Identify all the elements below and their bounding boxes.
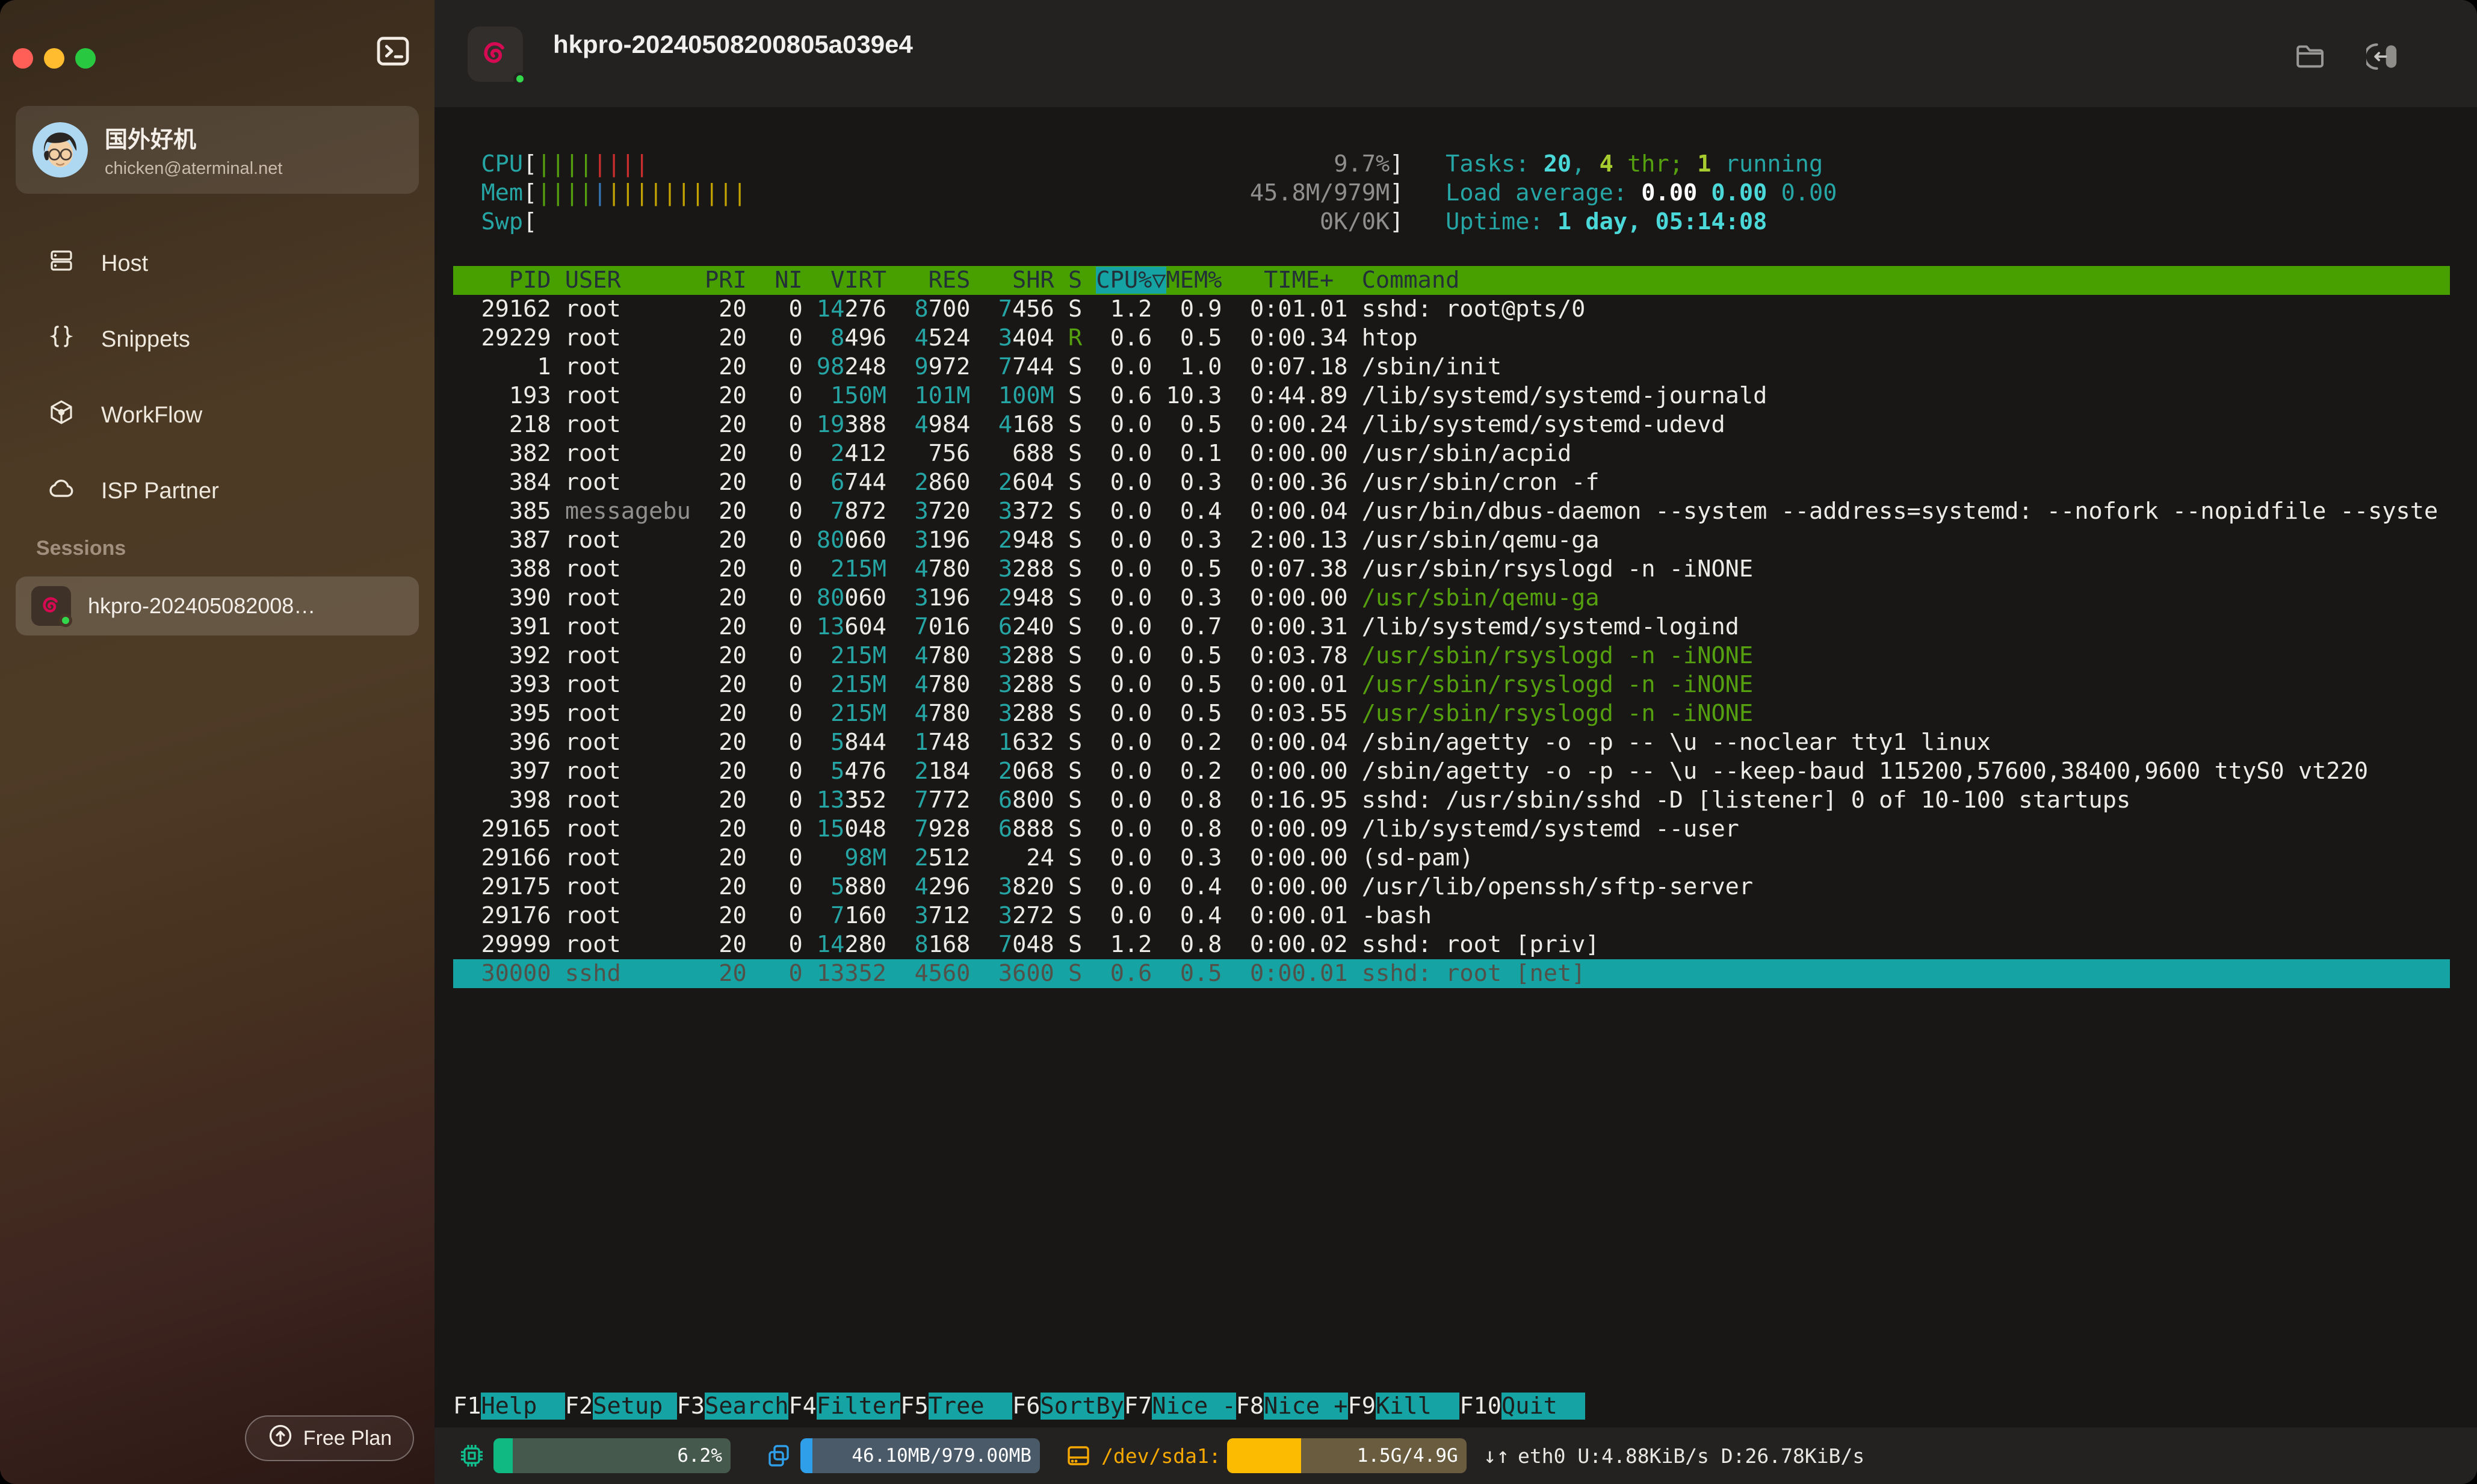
sidebar-item-label: Snippets: [101, 327, 190, 353]
process-row[interactable]: 1 root 20 0 98248 9972 7744 S 0.0 1.0 0:…: [453, 353, 1501, 382]
process-row[interactable]: 393 root 20 0 215M 4780 3288 S 0.0 0.5 0…: [453, 670, 1753, 699]
plan-button-label: Free Plan: [303, 1427, 392, 1450]
sidebar-item-label: Host: [101, 251, 148, 277]
process-row[interactable]: 382 root 20 0 2412 756 688 S 0.0 0.1 0:0…: [453, 439, 1571, 468]
process-row[interactable]: 387 root 20 0 80060 3196 2948 S 0.0 0.3 …: [453, 526, 1600, 555]
process-row[interactable]: 29165 root 20 0 15048 7928 6888 S 0.0 0.…: [453, 815, 1739, 844]
sidebar-item-isp-partner[interactable]: ISP Partner: [0, 464, 434, 518]
cpu-usage-bar: 6.2%: [493, 1438, 731, 1473]
process-row[interactable]: 385 messagebu 20 0 7872 3720 3372 S 0.0 …: [453, 497, 2438, 526]
terminal-titlebar: hkpro-20240508200805a039e4: [434, 0, 2477, 107]
process-row[interactable]: 396 root 20 0 5844 1748 1632 S 0.0 0.2 0…: [453, 728, 1991, 757]
disk-icon: [1064, 1441, 1093, 1470]
memory-usage-bar: 46.10MB/979.00MB: [800, 1438, 1040, 1473]
sidebar-item-snippets[interactable]: Snippets: [0, 312, 434, 366]
cpu-usage-value: 6.2%: [677, 1438, 722, 1473]
process-row[interactable]: 29166 root 20 0 98M 2512 24 S 0.0 0.3 0:…: [453, 844, 1474, 873]
profile-card[interactable]: 国外好机 chicken@aterminal.net: [16, 106, 419, 194]
cpu-chip-icon: [457, 1441, 486, 1470]
terminal-icon: [373, 63, 413, 72]
server-icon: [47, 246, 76, 281]
window-controls: [13, 48, 96, 69]
sidebar-item-host[interactable]: Host: [0, 237, 434, 291]
process-row[interactable]: 395 root 20 0 215M 4780 3288 S 0.0 0.5 0…: [453, 699, 1753, 728]
profile-name: 国外好机: [105, 121, 282, 154]
sidebar-item-workflow[interactable]: WorkFlow: [0, 388, 434, 442]
process-row[interactable]: 29999 root 20 0 14280 8168 7048 S 1.2 0.…: [453, 930, 1600, 959]
avatar: [32, 122, 88, 178]
terminal-screen[interactable]: CPU[|||||||| 9.7%] Tasks: 20, 4 thr; 1 r…: [434, 107, 2477, 1427]
sessions-header: Sessions: [36, 537, 126, 560]
process-row[interactable]: 388 root 20 0 215M 4780 3288 S 0.0 0.5 0…: [453, 555, 1753, 584]
new-terminal-button[interactable]: [373, 32, 413, 70]
disk-device-label: /dev/sda1:: [1101, 1444, 1221, 1468]
collapse-panel-button[interactable]: [2366, 40, 2400, 75]
process-row[interactable]: 30000 sshd 20 0 13352 4560 3600 S 0.6 0.…: [453, 959, 2450, 988]
process-row[interactable]: 392 root 20 0 215M 4780 3288 S 0.0 0.5 0…: [453, 642, 1753, 670]
upgrade-icon: [267, 1423, 294, 1455]
process-row[interactable]: 384 root 20 0 6744 2860 2604 S 0.0 0.3 0…: [453, 468, 1600, 497]
sidebar-item-label: WorkFlow: [101, 403, 202, 428]
session-status-dot: [59, 614, 72, 627]
upgrade-plan-button[interactable]: Free Plan: [245, 1415, 414, 1461]
app-window: 国外好机 chicken@aterminal.net Host Snippets: [0, 0, 2477, 1484]
process-row[interactable]: 29229 root 20 0 8496 4524 3404 R 0.6 0.5…: [453, 324, 1418, 353]
disk-usage-value: 1.5G/4.9G: [1357, 1438, 1458, 1473]
host-status-bar: 6.2% 46.10MB/979.00MB /dev/sda1:: [434, 1427, 2477, 1484]
process-row[interactable]: 397 root 20 0 5476 2184 2068 S 0.0 0.2 0…: [453, 757, 2368, 786]
folder-icon: [2293, 66, 2327, 75]
cube-icon: [47, 398, 76, 433]
zoom-button[interactable]: [75, 48, 96, 69]
process-row[interactable]: 29176 root 20 0 7160 3712 3272 S 0.0 0.4…: [453, 901, 1432, 930]
sidebar: 国外好机 chicken@aterminal.net Host Snippets: [0, 0, 434, 1484]
process-row[interactable]: 218 root 20 0 19388 4984 4168 S 0.0 0.5 …: [453, 410, 1725, 439]
network-speed-value: eth0 U:4.88KiB/s D:26.78KiB/s: [1518, 1444, 1864, 1468]
sftp-files-button[interactable]: [2293, 40, 2327, 75]
memory-usage-value: 46.10MB/979.00MB: [852, 1438, 1031, 1473]
swp-meter-line: Swp[ 0K/0K] Uptime: 1 day, 05:14:08: [453, 208, 1767, 237]
function-key-bar[interactable]: F1Help F2Setup F3SearchF4FilterF5Tree F6…: [453, 1392, 1585, 1421]
braces-icon: [47, 322, 76, 357]
process-row[interactable]: 390 root 20 0 80060 3196 2948 S 0.0 0.3 …: [453, 584, 1600, 613]
minimize-button[interactable]: [44, 48, 64, 69]
process-row[interactable]: 193 root 20 0 150M 101M 100M S 0.6 10.3 …: [453, 382, 1767, 410]
process-table-header[interactable]: PID USER PRI NI VIRT RES SHR S CPU%▽MEM%…: [453, 266, 2450, 295]
session-item-hkpro[interactable]: hkpro-202405082008…: [16, 577, 419, 635]
main-panel: hkpro-20240508200805a039e4: [434, 0, 2477, 1484]
close-button[interactable]: [13, 48, 33, 69]
session-title: hkpro-20240508200805a039e4: [553, 30, 913, 59]
cpu-meter-line: CPU[|||||||| 9.7%] Tasks: 20, 4 thr; 1 r…: [453, 150, 1823, 179]
process-row[interactable]: 29162 root 20 0 14276 8700 7456 S 1.2 0.…: [453, 295, 1585, 324]
memory-icon: [764, 1441, 793, 1470]
connection-status-dot: [513, 72, 527, 85]
session-label: hkpro-202405082008…: [88, 593, 315, 619]
cloud-icon: [47, 474, 76, 509]
disk-usage-bar: 1.5G/4.9G: [1227, 1438, 1467, 1473]
updown-arrows-icon: ↓↑: [1483, 1444, 1509, 1468]
profile-email: chicken@aterminal.net: [105, 159, 282, 179]
sidebar-item-label: ISP Partner: [101, 478, 219, 504]
mem-meter-line: Mem[||||||||||||||| 45.8M/979M] Load ave…: [453, 179, 1837, 208]
collapse-sidebar-icon: [2366, 66, 2400, 75]
debian-icon: [468, 26, 523, 82]
process-row[interactable]: 29175 root 20 0 5880 4296 3820 S 0.0 0.4…: [453, 873, 1753, 901]
process-row[interactable]: 391 root 20 0 13604 7016 6240 S 0.0 0.7 …: [453, 613, 1739, 642]
process-row[interactable]: 398 root 20 0 13352 7772 6800 S 0.0 0.8 …: [453, 786, 2130, 815]
